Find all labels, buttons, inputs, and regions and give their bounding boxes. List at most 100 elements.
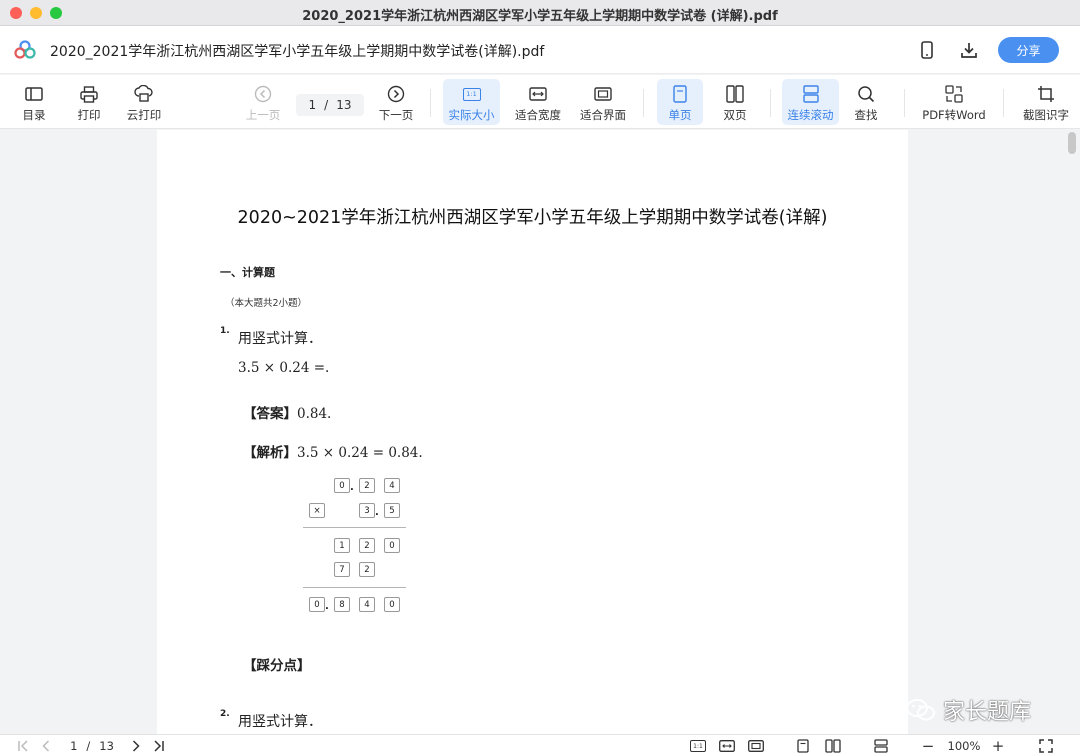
watermark: 家长题库 — [905, 694, 1031, 726]
actual-size-button[interactable]: 1:1 实际大小 — [443, 79, 500, 125]
section-note: （本大题共2小题） — [225, 298, 308, 309]
page-current: 1 — [308, 98, 317, 112]
bottom-page-current: 1 — [70, 739, 78, 753]
answer-label: 【答案】 — [243, 406, 297, 422]
document-title: 2020_2021学年浙江杭州西湖区学军小学五年级上学期期中数学试卷(详解).p… — [50, 44, 545, 60]
page-number-input[interactable]: 1 / 13 — [296, 94, 364, 116]
fit-page-icon — [594, 84, 612, 104]
question-number: 2. — [220, 709, 230, 719]
continuous-scroll-small-icon[interactable] — [872, 738, 890, 754]
status-bar: 1 / 13 1:1 − 100% + — [0, 734, 1080, 756]
decimal-point: . — [375, 507, 379, 518]
actual-size-small-text: 1:1 — [690, 740, 706, 752]
toc-label: 目录 — [22, 108, 46, 122]
digit-cell: 0 — [384, 538, 400, 553]
digit-cell: 0 — [384, 597, 400, 612]
zoom-level[interactable]: 100% — [943, 738, 985, 754]
fit-width-button[interactable]: 适合宽度 — [511, 79, 565, 125]
bottom-page-total: 13 — [99, 739, 114, 753]
bottom-page-indicator[interactable]: 1 / 13 — [62, 738, 122, 754]
prev-page-button[interactable]: 上一页 — [242, 79, 284, 125]
ocr-button[interactable]: 截图识字 — [1018, 79, 1074, 125]
toc-button[interactable]: 目录 — [14, 79, 54, 125]
calculation-rule — [303, 587, 406, 588]
next-page-label: 下一页 — [378, 108, 414, 122]
analysis-value: 3.5 × 0.24 = 0.84. — [297, 445, 423, 461]
page-title: 2020~2021学年浙江杭州西湖区学军小学五年级上学期期中数学试卷(详解) — [237, 208, 828, 228]
zoom-out-button[interactable]: − — [920, 737, 936, 755]
find-button[interactable]: 查找 — [846, 79, 886, 125]
answer-value: 0.84. — [297, 406, 332, 422]
decimal-point: . — [325, 601, 329, 612]
digit-cell: 2 — [359, 478, 375, 493]
calculation-rule — [303, 527, 406, 528]
first-page-icon[interactable] — [15, 738, 31, 754]
digit-cell: 0 — [334, 478, 350, 493]
search-icon — [857, 84, 875, 104]
digit-cell: 1 — [334, 538, 350, 553]
window-title: 2020_2021学年浙江杭州西湖区学军小学五年级上学期期中数学试卷 (详解).… — [302, 9, 778, 24]
crop-icon — [1037, 84, 1055, 104]
chevron-left-icon[interactable] — [38, 738, 54, 754]
print-button[interactable]: 打印 — [69, 79, 109, 125]
fit-page-small-icon[interactable] — [747, 738, 765, 754]
fit-page-button[interactable]: 适合界面 — [576, 79, 630, 125]
cloud-print-icon — [134, 84, 154, 104]
chevron-left-circle-icon — [254, 84, 272, 104]
question-expression: 3.5 × 0.24 =. — [238, 360, 330, 376]
vertical-scrollbar[interactable] — [1068, 132, 1076, 154]
digit-cell: 0 — [309, 597, 325, 612]
cloud-print-button[interactable]: 云打印 — [121, 79, 167, 125]
toolbar-divider — [904, 89, 905, 117]
section-heading: 一、计算题 — [220, 266, 275, 279]
continuous-scroll-label: 连续滚动 — [787, 108, 834, 122]
print-label: 打印 — [77, 108, 101, 122]
pdf-page: 2020~2021学年浙江杭州西湖区学军小学五年级上学期期中数学试卷(详解) 一… — [157, 130, 908, 734]
fit-width-label: 适合宽度 — [515, 108, 561, 122]
document-viewer[interactable]: 2020~2021学年浙江杭州西湖区学军小学五年级上学期期中数学试卷(详解) 一… — [0, 130, 1080, 734]
printer-icon — [80, 84, 98, 104]
digit-cell: 8 — [334, 597, 350, 612]
pdf-to-word-label: PDF转Word — [922, 108, 986, 122]
digit-cell: 4 — [384, 478, 400, 493]
pdf-to-word-button[interactable]: PDF转Word — [918, 79, 990, 125]
download-icon[interactable] — [958, 39, 980, 61]
digit-cell: 2 — [359, 562, 375, 577]
next-page-button[interactable]: 下一页 — [374, 79, 418, 125]
toolbar-divider — [430, 89, 431, 117]
watermark-text: 家长题库 — [943, 700, 1032, 725]
fullscreen-icon[interactable] — [1037, 738, 1055, 754]
convert-icon — [945, 84, 963, 104]
window-titlebar: 2020_2021学年浙江杭州西湖区学军小学五年级上学期期中数学试卷 (详解).… — [0, 0, 1080, 26]
bottom-page-separator: / — [86, 739, 91, 753]
double-page-icon — [726, 84, 744, 104]
zoom-in-button[interactable]: + — [990, 737, 1006, 755]
double-page-button[interactable]: 双页 — [713, 79, 757, 125]
digit-cell: 5 — [384, 503, 400, 518]
last-page-icon[interactable] — [151, 738, 167, 754]
chevron-right-circle-icon — [387, 84, 405, 104]
continuous-scroll-button[interactable]: 连续滚动 — [782, 79, 839, 125]
ocr-label: 截图识字 — [1023, 108, 1069, 122]
main-toolbar: 目录 打印 云打印 上一页 1 / 13 下一页 1:1 实际大小 适合宽度 适… — [0, 75, 1080, 129]
actual-size-icon-text: 1:1 — [462, 87, 481, 101]
single-page-icon — [673, 84, 687, 104]
toolbar-divider — [643, 89, 644, 117]
toolbar-divider — [1003, 89, 1004, 117]
wechat-icon — [906, 699, 935, 721]
fit-width-small-icon[interactable] — [718, 738, 736, 754]
points-label: 【踩分点】 — [243, 658, 311, 674]
fit-page-label: 适合界面 — [580, 108, 626, 122]
digit-cell: 3 — [359, 503, 375, 518]
digit-cell: 4 — [359, 597, 375, 612]
share-button[interactable]: 分享 — [998, 37, 1059, 63]
phone-icon[interactable] — [916, 39, 938, 61]
decimal-point: . — [350, 482, 354, 493]
chevron-right-icon[interactable] — [128, 738, 144, 754]
double-page-small-icon[interactable] — [824, 738, 842, 754]
single-page-small-icon[interactable] — [795, 738, 811, 754]
actual-size-small-icon[interactable]: 1:1 — [689, 738, 707, 754]
single-page-button[interactable]: 单页 — [657, 79, 703, 125]
analysis-label: 【解析】 — [243, 445, 297, 461]
digit-cell: 7 — [334, 562, 350, 577]
